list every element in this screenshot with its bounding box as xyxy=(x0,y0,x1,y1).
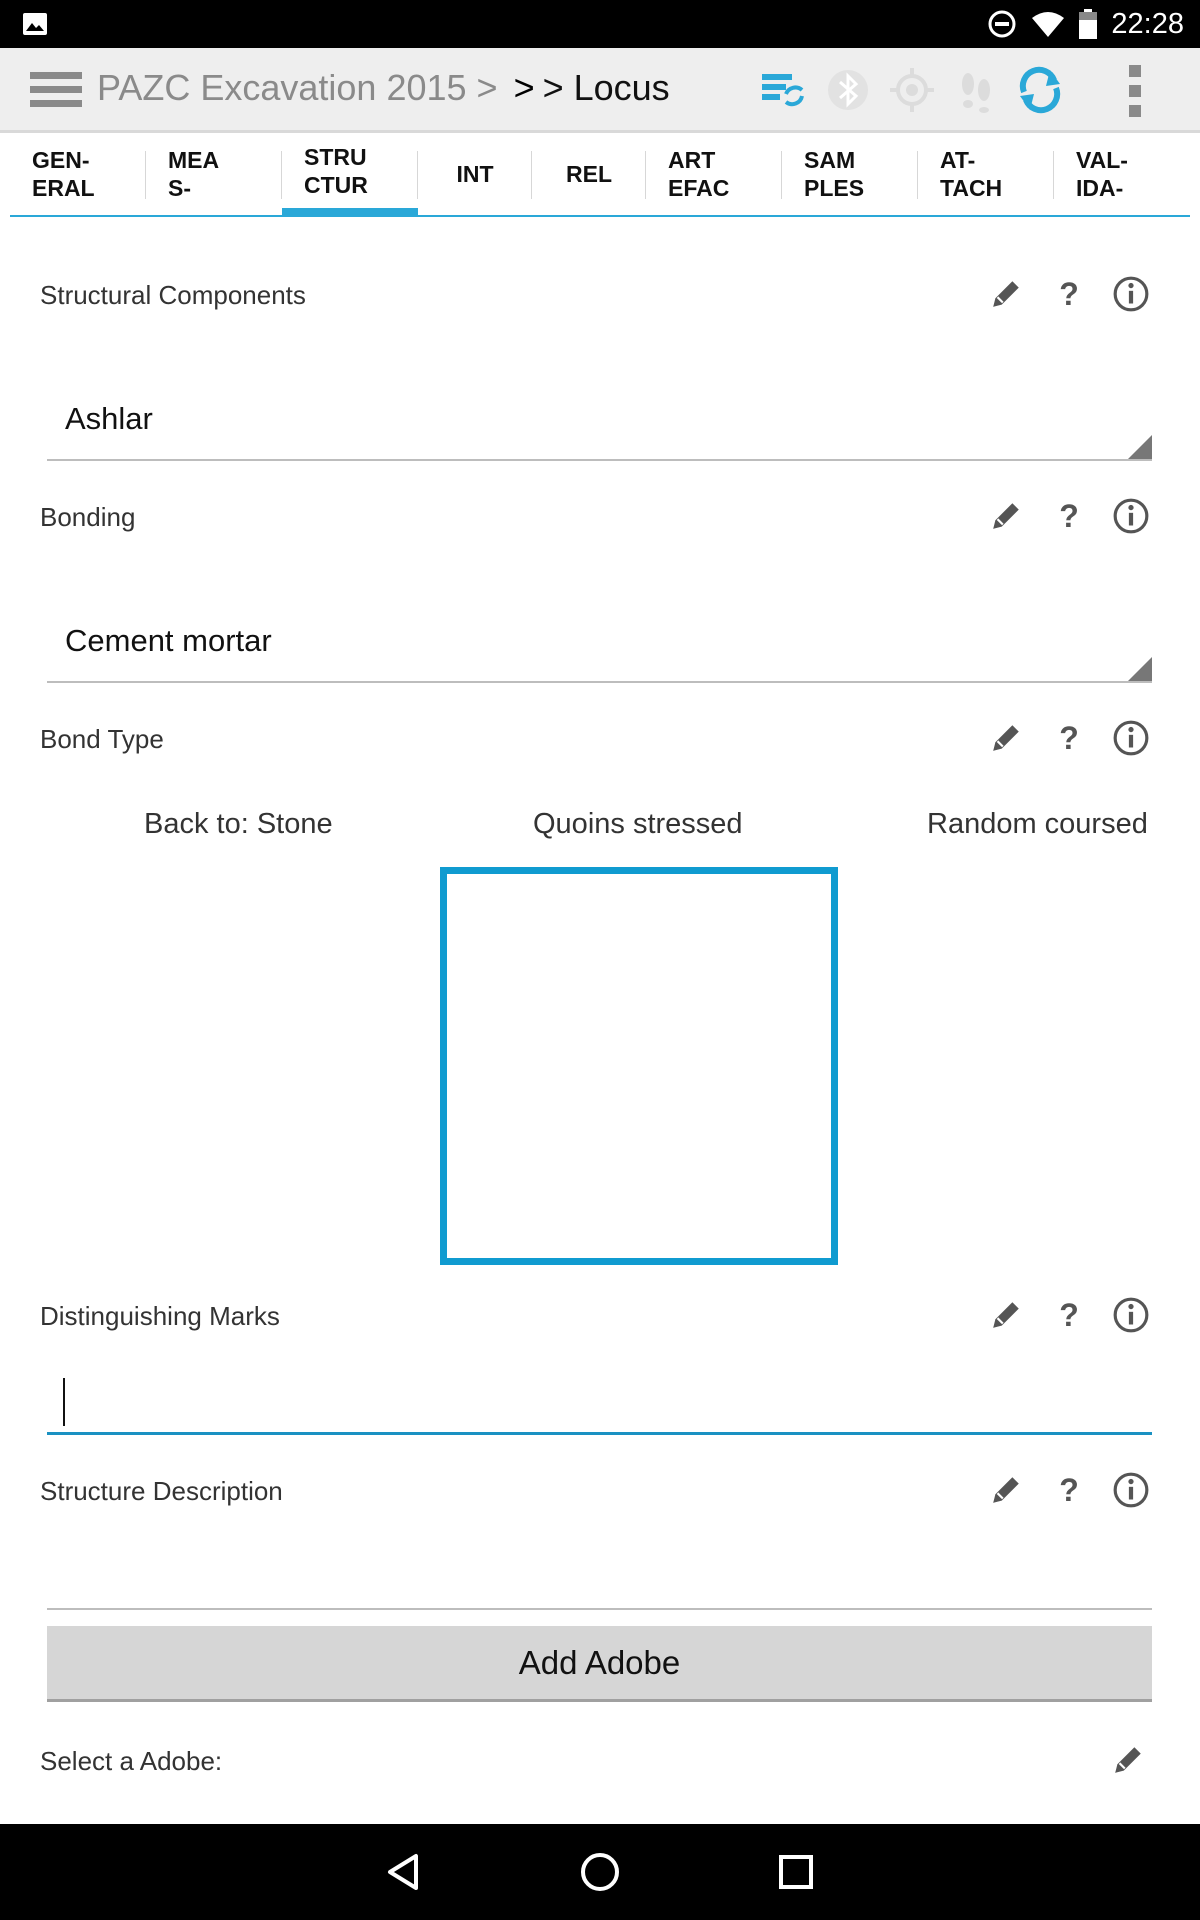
info-icon[interactable] xyxy=(1105,1464,1157,1516)
picture-option-random-coursed[interactable]: Random coursed xyxy=(927,808,1148,841)
distinguishing-marks-input[interactable] xyxy=(47,1372,1152,1435)
breadcrumb-separator: > xyxy=(513,67,535,108)
tab-relations[interactable]: REL xyxy=(532,133,646,215)
bonding-actions: ? xyxy=(980,490,1200,542)
bond-type-label: Bond Type xyxy=(40,724,164,754)
tab-measurements[interactable]: MEA S- xyxy=(146,133,282,215)
picture-option-quoins-stressed[interactable]: Quoins stressed xyxy=(533,808,743,841)
bonding-value: Cement mortar xyxy=(65,623,272,658)
refresh-icon[interactable] xyxy=(1016,66,1064,114)
hamburger-menu-icon[interactable] xyxy=(30,70,82,110)
bonding-spinner[interactable]: Cement mortar xyxy=(47,601,1152,683)
navigation-bar xyxy=(0,1824,1200,1920)
clock: 22:28 xyxy=(1111,7,1184,40)
text-cursor xyxy=(63,1378,65,1426)
breadcrumb-current: > Locus xyxy=(542,67,670,108)
pencil-icon[interactable] xyxy=(980,712,1032,764)
tab-interpretation[interactable]: INT xyxy=(418,133,532,215)
picture-option-back[interactable]: Back to: Stone xyxy=(144,808,333,841)
pencil-icon[interactable] xyxy=(980,268,1032,320)
pencil-icon[interactable] xyxy=(980,1464,1032,1516)
bond-type-picture-gallery: Back to: Stone Quoins stressed Random co… xyxy=(0,808,1200,848)
help-icon[interactable]: ? xyxy=(1043,1289,1095,1341)
overflow-menu-icon[interactable] xyxy=(1120,63,1150,119)
breadcrumb: PAZC Excavation 2015 > > > Locus xyxy=(97,67,670,109)
structure-description-input[interactable] xyxy=(47,1548,1152,1610)
pencil-icon[interactable] xyxy=(1102,1734,1154,1786)
help-icon[interactable]: ? xyxy=(1043,268,1095,320)
tab-validation[interactable]: VAL- IDA- xyxy=(1054,133,1190,215)
distinguishing-marks-actions: ? xyxy=(980,1289,1200,1341)
recents-icon[interactable] xyxy=(766,1844,826,1900)
pencil-icon[interactable] xyxy=(980,1289,1032,1341)
add-adobe-button[interactable]: Add Adobe xyxy=(47,1626,1152,1702)
status-bar: 22:28 xyxy=(0,0,1200,48)
tracking-footsteps-icon[interactable] xyxy=(952,66,1000,114)
structural-components-actions: ? xyxy=(980,268,1200,320)
selected-picture-frame[interactable] xyxy=(440,867,838,1265)
help-icon[interactable]: ? xyxy=(1043,490,1095,542)
breadcrumb-project[interactable]: PAZC Excavation 2015 > xyxy=(97,67,498,108)
structure-description-label: Structure Description xyxy=(40,1476,283,1506)
dropdown-arrow-icon xyxy=(1128,657,1152,681)
back-icon[interactable] xyxy=(374,1844,434,1900)
structure-description-actions: ? xyxy=(980,1464,1200,1516)
home-icon[interactable] xyxy=(570,1844,630,1900)
info-icon[interactable] xyxy=(1105,712,1157,764)
image-notification-icon xyxy=(23,13,47,35)
action-bar: PAZC Excavation 2015 > > > Locus xyxy=(0,48,1200,133)
bond-type-actions: ? xyxy=(980,712,1200,764)
select-adobe-label: Select a Adobe: xyxy=(40,1746,223,1776)
tab-structure[interactable]: STRU CTUR xyxy=(282,133,418,217)
tab-attach[interactable]: AT- TACH xyxy=(918,133,1054,215)
tab-general[interactable]: GEN- ERAL xyxy=(10,133,146,215)
distinguishing-marks-label: Distinguishing Marks xyxy=(40,1301,280,1331)
help-icon[interactable]: ? xyxy=(1043,1464,1095,1516)
pencil-icon[interactable] xyxy=(980,490,1032,542)
wifi-icon xyxy=(1032,12,1065,37)
tab-bar: GEN- ERAL MEA S- STRU CTUR INT REL ART E… xyxy=(10,133,1190,217)
info-icon[interactable] xyxy=(1105,490,1157,542)
help-icon[interactable]: ? xyxy=(1043,712,1095,764)
bluetooth-icon[interactable] xyxy=(824,66,872,114)
structural-components-label: Structural Components xyxy=(40,280,306,310)
tab-samples[interactable]: SAM PLES xyxy=(782,133,918,215)
dropdown-arrow-icon xyxy=(1128,435,1152,459)
structural-components-value: Ashlar xyxy=(65,401,153,436)
gps-icon[interactable] xyxy=(888,66,936,114)
info-icon[interactable] xyxy=(1105,268,1157,320)
sync-database-icon[interactable] xyxy=(758,66,806,114)
battery-icon xyxy=(1079,9,1098,39)
info-icon[interactable] xyxy=(1105,1289,1157,1341)
structural-components-spinner[interactable]: Ashlar xyxy=(47,379,1152,461)
bonding-label: Bonding xyxy=(40,502,136,532)
do-not-disturb-icon xyxy=(988,10,1016,38)
tab-artefacts[interactable]: ART EFAC xyxy=(646,133,782,215)
